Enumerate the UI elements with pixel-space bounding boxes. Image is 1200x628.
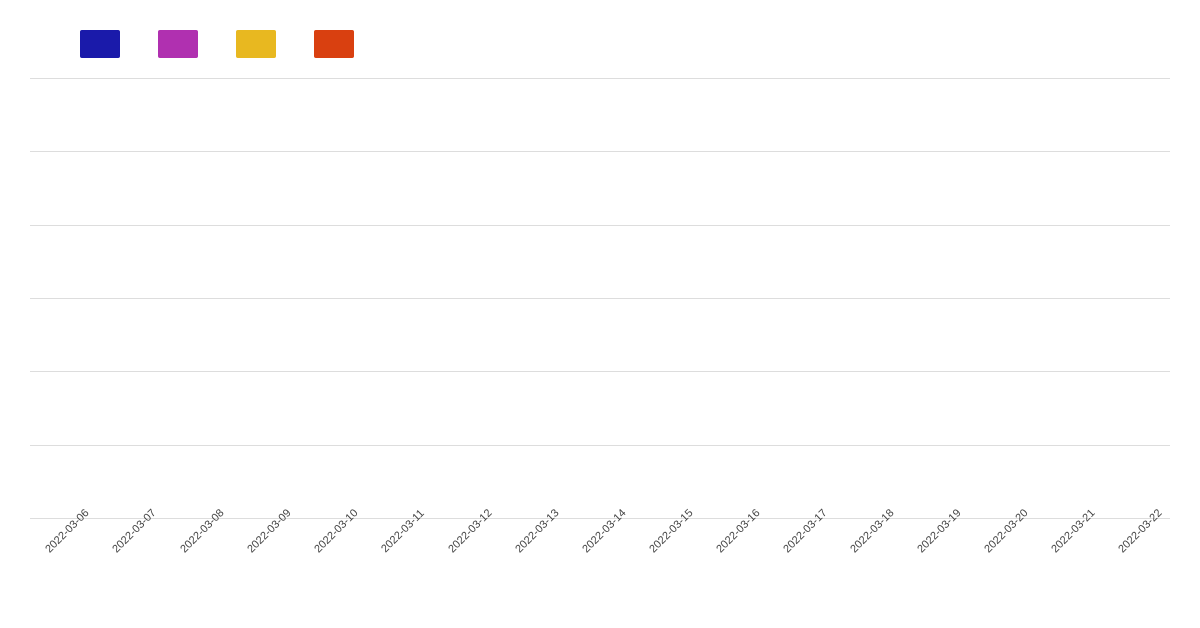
x-label-group: 2022-03-16 — [701, 519, 768, 539]
x-label-group: 2022-03-20 — [969, 519, 1036, 539]
bar-group — [634, 78, 701, 518]
grid-line — [30, 518, 1170, 519]
x-label-group: 2022-03-18 — [835, 519, 902, 539]
bar-group — [432, 78, 499, 518]
x-label-group: 2022-03-07 — [97, 519, 164, 539]
x-label-group: 2022-03-14 — [567, 519, 634, 539]
opened-swatch — [80, 30, 120, 58]
bar-group — [97, 78, 164, 518]
bar-group — [30, 78, 97, 518]
bar-group — [298, 78, 365, 518]
legend-item-opened — [80, 30, 128, 58]
x-label-group: 2022-03-12 — [432, 519, 499, 539]
clicked-swatch — [158, 30, 198, 58]
bar-group — [1103, 78, 1170, 518]
x-label-group: 2022-03-10 — [298, 519, 365, 539]
x-axis-area: 2022-03-062022-03-072022-03-082022-03-09… — [20, 518, 1180, 628]
x-label-group: 2022-03-22 — [1103, 519, 1170, 539]
grid-and-bars — [30, 78, 1170, 518]
bar-group — [365, 78, 432, 518]
x-axis: 2022-03-062022-03-072022-03-082022-03-09… — [30, 518, 1170, 539]
x-label-group: 2022-03-08 — [164, 519, 231, 539]
bar-group — [768, 78, 835, 518]
bar-group — [567, 78, 634, 518]
complained-swatch — [314, 30, 354, 58]
bar-group — [1036, 78, 1103, 518]
legend-item-unsubscribed — [236, 30, 284, 58]
chart-container: 2022-03-062022-03-072022-03-082022-03-09… — [0, 0, 1200, 628]
bar-group — [499, 78, 566, 518]
x-label-group: 2022-03-11 — [365, 519, 432, 539]
bars-wrapper — [30, 78, 1170, 518]
unsubscribed-swatch — [236, 30, 276, 58]
x-label-group: 2022-03-09 — [231, 519, 298, 539]
x-label-group: 2022-03-17 — [768, 519, 835, 539]
bar-group — [701, 78, 768, 518]
legend — [20, 20, 1180, 78]
x-label-group: 2022-03-13 — [499, 519, 566, 539]
bar-group — [902, 78, 969, 518]
bar-group — [231, 78, 298, 518]
x-label-group: 2022-03-15 — [634, 519, 701, 539]
bar-group — [835, 78, 902, 518]
x-label-group: 2022-03-19 — [902, 519, 969, 539]
legend-item-clicked — [158, 30, 206, 58]
x-label-group: 2022-03-06 — [30, 519, 97, 539]
bar-group — [164, 78, 231, 518]
legend-item-complained — [314, 30, 362, 58]
x-label-group: 2022-03-21 — [1036, 519, 1103, 539]
bar-group — [969, 78, 1036, 518]
chart-area: 2022-03-062022-03-072022-03-082022-03-09… — [20, 78, 1180, 628]
